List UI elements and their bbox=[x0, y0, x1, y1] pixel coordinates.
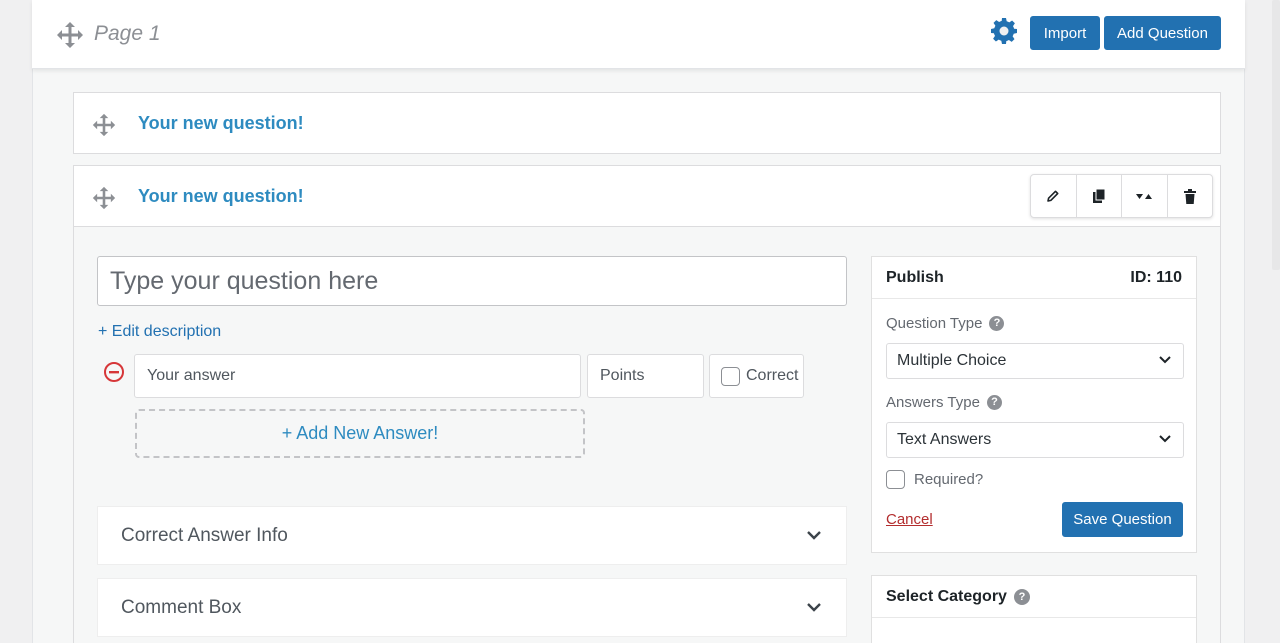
accordion-label: Comment Box bbox=[121, 597, 242, 618]
pencil-icon bbox=[1047, 190, 1059, 202]
required-checkbox[interactable] bbox=[886, 470, 905, 489]
category-title: Select Category bbox=[886, 587, 1007, 605]
question-type-value: Multiple Choice bbox=[897, 352, 1007, 369]
copy-icon bbox=[1092, 188, 1106, 203]
help-icon[interactable]: ? bbox=[986, 395, 1002, 410]
delete-button[interactable] bbox=[1168, 175, 1213, 217]
question-row[interactable]: Your new question! bbox=[73, 92, 1221, 154]
question-id: ID: 110 bbox=[1130, 268, 1182, 286]
edit-button[interactable] bbox=[1031, 175, 1077, 217]
required-checkbox-row[interactable]: Required? bbox=[886, 470, 983, 489]
move-icon[interactable] bbox=[56, 21, 84, 49]
move-icon[interactable] bbox=[92, 113, 116, 137]
help-icon[interactable]: ? bbox=[989, 316, 1005, 331]
remove-answer-icon[interactable] bbox=[103, 361, 125, 383]
accordion-correct-answer-info[interactable]: Correct Answer Info bbox=[97, 506, 847, 565]
question-type-select[interactable]: Multiple Choice bbox=[886, 343, 1184, 379]
page-title: Page 1 bbox=[94, 22, 161, 45]
move-button[interactable] bbox=[1122, 175, 1168, 217]
edit-description-link[interactable]: + Edit description bbox=[98, 323, 221, 341]
correct-label: Correct bbox=[746, 367, 799, 384]
category-panel: Select Category ? bbox=[871, 575, 1197, 643]
accordion-comment-box[interactable]: Comment Box bbox=[97, 578, 847, 637]
import-button[interactable]: Import bbox=[1030, 16, 1100, 50]
move-up-down-icon bbox=[1136, 194, 1153, 199]
add-new-answer-button[interactable]: + Add New Answer! bbox=[135, 409, 585, 458]
correct-checkbox[interactable] bbox=[721, 366, 740, 386]
publish-header: Publish ID: 110 bbox=[872, 257, 1196, 299]
answers-type-value: Text Answers bbox=[897, 431, 992, 448]
answers-type-label: Answers Type bbox=[886, 394, 980, 411]
duplicate-button[interactable] bbox=[1077, 175, 1122, 217]
trash-icon bbox=[1183, 188, 1196, 204]
scrollbar[interactable] bbox=[1272, 0, 1280, 270]
add-question-button[interactable]: Add Question bbox=[1104, 16, 1221, 50]
gear-icon[interactable] bbox=[990, 17, 1018, 45]
chevron-down-icon bbox=[1159, 435, 1171, 443]
move-icon[interactable] bbox=[92, 186, 116, 210]
question-title[interactable]: Your new question! bbox=[138, 113, 304, 134]
question-title[interactable]: Your new question! bbox=[138, 186, 304, 207]
required-label: Required? bbox=[914, 471, 984, 488]
chevron-down-icon bbox=[1159, 356, 1171, 364]
answer-input[interactable] bbox=[134, 354, 581, 398]
accordion-label: Correct Answer Info bbox=[121, 525, 288, 546]
publish-panel: Publish ID: 110 Question Type ? Multiple… bbox=[871, 256, 1197, 553]
question-toolbar bbox=[1030, 174, 1213, 218]
help-icon[interactable]: ? bbox=[1013, 588, 1030, 605]
correct-checkbox-wrapper[interactable]: Correct bbox=[709, 354, 804, 398]
publish-title: Publish bbox=[886, 268, 944, 286]
question-type-label: Question Type bbox=[886, 315, 983, 332]
answers-type-label-row: Answers Type ? bbox=[886, 394, 1002, 411]
question-text-input[interactable] bbox=[97, 256, 847, 306]
save-question-button[interactable]: Save Question bbox=[1062, 502, 1183, 537]
points-input[interactable] bbox=[587, 354, 704, 398]
chevron-down-icon bbox=[807, 603, 821, 612]
cancel-link[interactable]: Cancel bbox=[886, 511, 933, 528]
question-type-label-row: Question Type ? bbox=[886, 315, 1005, 332]
chevron-down-icon bbox=[807, 531, 821, 540]
answers-type-select[interactable]: Text Answers bbox=[886, 422, 1184, 458]
category-header: Select Category ? bbox=[872, 576, 1196, 618]
